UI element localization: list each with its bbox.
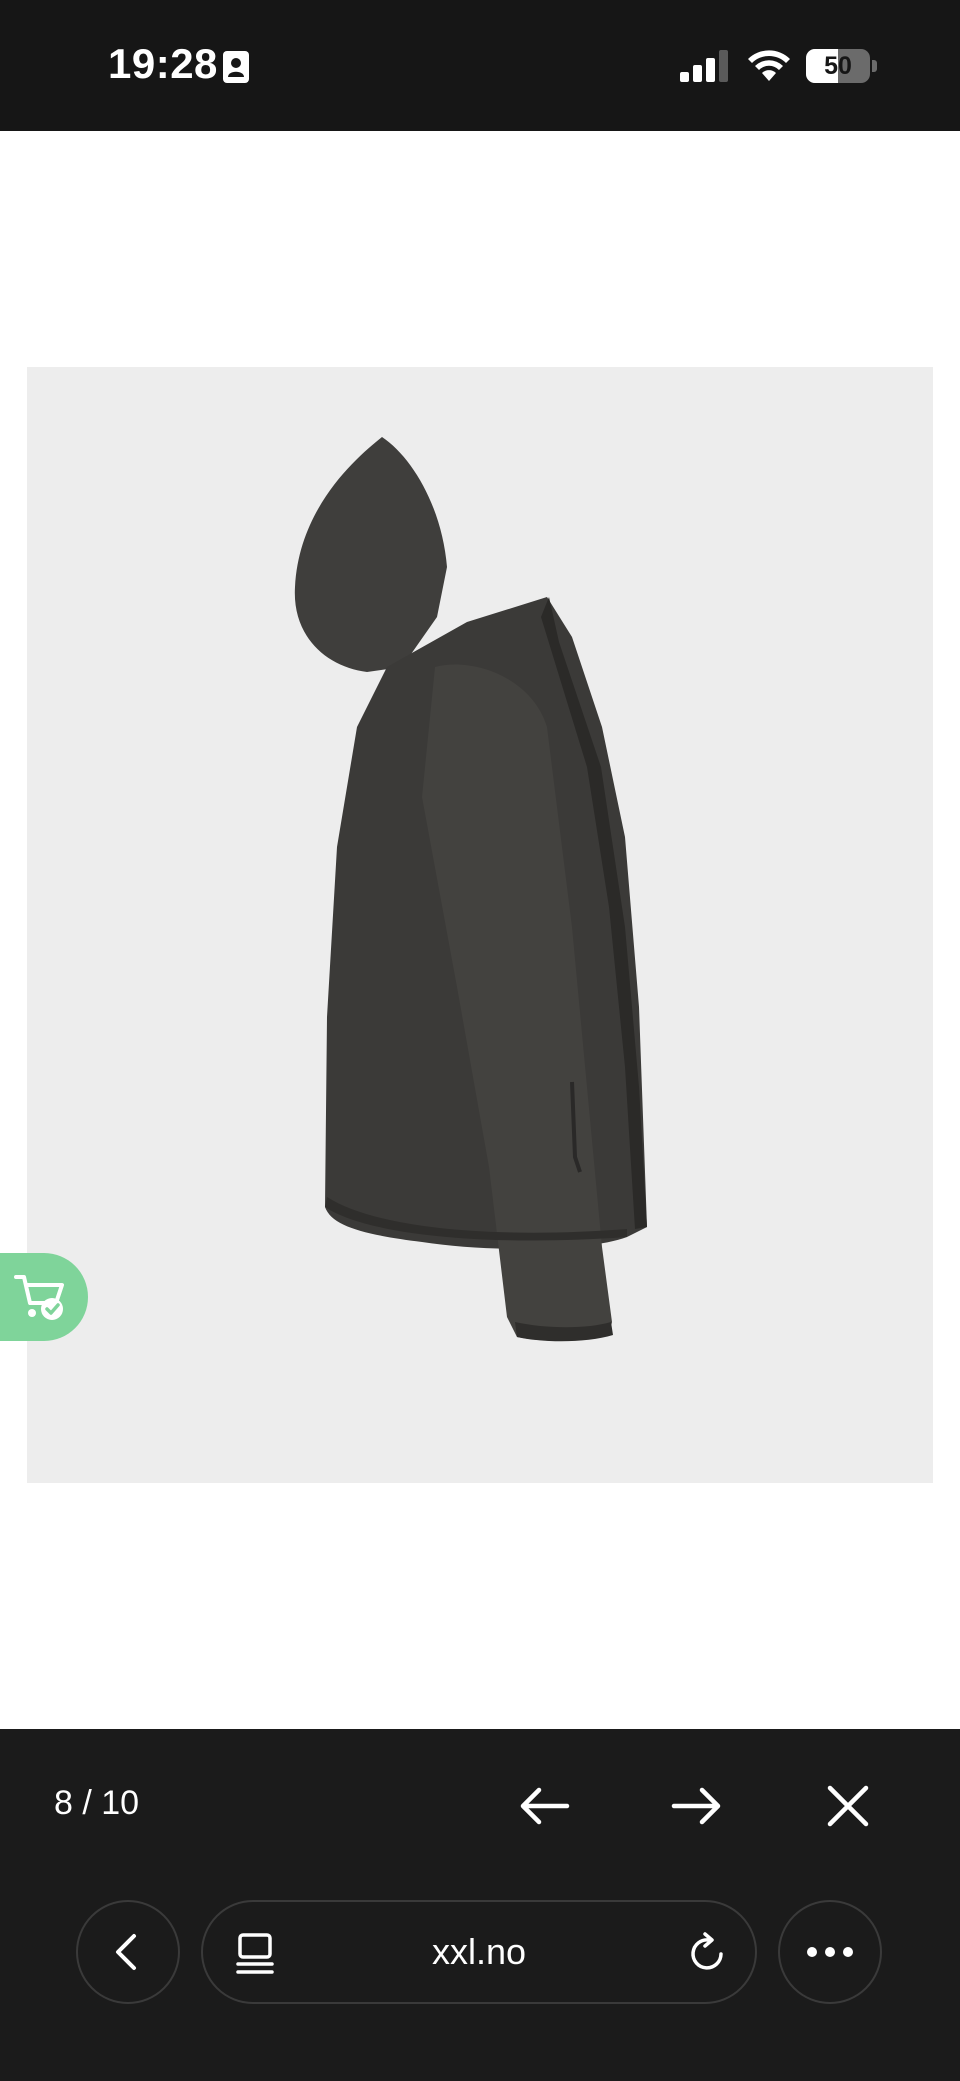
close-icon <box>827 1785 869 1827</box>
battery-level: 50 <box>824 51 852 80</box>
url-text[interactable]: xxl.no <box>203 1902 755 2002</box>
chevron-left-icon <box>116 1934 136 1970</box>
close-viewer-button[interactable] <box>813 1771 883 1841</box>
status-time: 19:28 <box>108 40 218 87</box>
arrow-right-icon <box>671 1787 721 1825</box>
next-image-button[interactable] <box>661 1771 731 1841</box>
contact-card-icon <box>223 51 249 83</box>
floating-cart-button[interactable] <box>0 1253 88 1341</box>
status-bar: 19:28 50 <box>0 0 960 131</box>
battery-icon: 50 <box>806 49 870 83</box>
more-dots-icon <box>807 1947 853 1957</box>
product-image[interactable] <box>27 367 933 1483</box>
signal-icon <box>680 50 728 82</box>
image-viewer-content <box>0 131 960 1729</box>
viewer-toolbar: 8 / 10 xxl.no <box>0 1729 960 2081</box>
wifi-icon <box>748 50 790 81</box>
previous-image-button[interactable] <box>510 1771 580 1841</box>
reload-icon[interactable] <box>687 1932 729 1974</box>
battery-cap <box>872 60 877 72</box>
address-bar[interactable]: xxl.no <box>201 1900 757 2004</box>
jacket-image <box>294 437 647 1342</box>
browser-back-button[interactable] <box>76 1900 180 2004</box>
arrow-left-icon <box>520 1787 570 1825</box>
cart-check-icon <box>14 1275 64 1320</box>
image-counter: 8 / 10 <box>54 1784 140 1822</box>
more-options-button[interactable] <box>778 1900 882 2004</box>
